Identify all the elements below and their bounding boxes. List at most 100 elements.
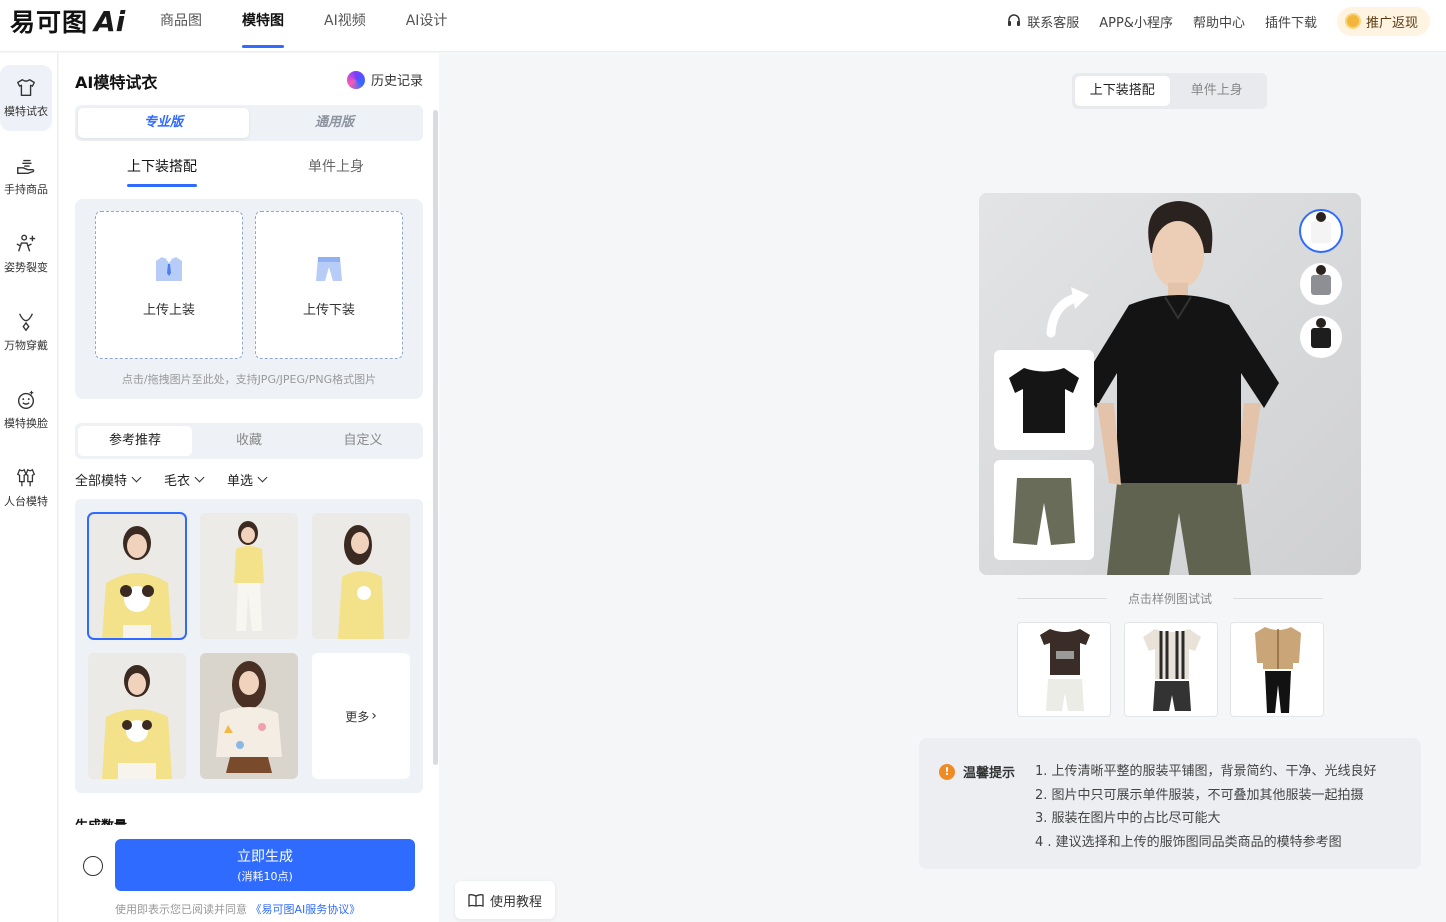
tips-title: 温馨提示 [963, 766, 1016, 781]
promo-label: 推广返现 [1365, 15, 1418, 31]
support-label: 联系客服 [1027, 15, 1080, 31]
chevron-right-icon: › [371, 708, 377, 724]
model-thumbnail[interactable] [200, 513, 298, 639]
chevron-down-icon [257, 472, 268, 483]
tip-item: 2. 图片中只可展示单件服装，不可叠加其他服装一起拍摄 [1035, 787, 1364, 803]
rail-item-handheld[interactable]: 手持商品 [0, 143, 52, 209]
sample-image [1143, 629, 1201, 711]
logo-ai: Ai [94, 4, 126, 38]
warning-icon: ! [939, 763, 955, 780]
rail-label: 模特试衣 [4, 105, 48, 118]
upload-area: 上传上装 上传下装 点击/拖拽图片至此处，支持JPG/JPEG/PNG格式图片 [75, 199, 423, 399]
upload-hint: 点击/拖拽图片至此处，支持JPG/JPEG/PNG格式图片 [121, 373, 377, 386]
chevron-down-icon [131, 472, 142, 483]
hand-icon [17, 159, 35, 175]
nav-ai-video[interactable]: AI视频 [324, 0, 366, 52]
rail-item-mannequin[interactable]: 人台模特 [0, 455, 52, 521]
more-models-button[interactable]: 更多 › [312, 653, 410, 779]
mannequin-icon [16, 468, 36, 487]
rail-label: 手持商品 [4, 183, 48, 196]
model-thumbnail[interactable] [87, 512, 187, 640]
filter-label: 毛衣 [164, 474, 191, 489]
app-link[interactable]: APP&小程序 [1099, 12, 1173, 31]
promo-button[interactable]: 推广返现 [1336, 6, 1430, 36]
tips-heading: ! 温馨提示 [939, 762, 1015, 781]
logo[interactable]: 易可图 Ai [10, 4, 126, 38]
model-grid: 更多 › [75, 499, 423, 793]
top-right-links: 联系客服 APP&小程序 帮助中心 插件下载 推广返现 [1006, 0, 1446, 42]
preview-mode-tabs: 上下装搭配 单件上身 [1072, 73, 1267, 109]
upload-top-dropzone[interactable]: 上传上装 [95, 211, 243, 359]
generation-count-label: 生成数量 [75, 815, 127, 825]
top-bar: 易可图 Ai 商品图 模特图 AI视频 AI设计 联系客服 APP&小程序 帮助… [0, 0, 1446, 52]
tutorial-button[interactable]: 使用教程 [455, 881, 555, 919]
model-photo [312, 513, 410, 639]
logo-text: 易可图 [10, 8, 89, 37]
tab-pro-version[interactable]: 专业版 [78, 108, 249, 138]
link-icon[interactable] [83, 856, 103, 876]
pose-icon [16, 234, 36, 252]
garment-mode-tabs: 上下装搭配 单件上身 [75, 155, 423, 189]
panel-scrollbar[interactable] [433, 110, 438, 765]
history-icon [346, 70, 365, 89]
model-photo [200, 513, 298, 639]
filter-sweater[interactable]: 毛衣 [164, 470, 205, 489]
upload-bottom-label: 上传下装 [302, 302, 355, 318]
rail-item-faceswap[interactable]: 模特换脸 [0, 377, 52, 443]
model-thumbnail[interactable] [312, 513, 410, 639]
support-link[interactable]: 联系客服 [1006, 12, 1079, 31]
tips-panel: ! 温馨提示 1. 上传清晰平整的服装平铺图，背景简约、干净、光线良好 2. 图… [919, 738, 1421, 869]
rail-item-model-tryon[interactable]: 模特试衣 [0, 65, 52, 131]
model-thumbnail[interactable] [88, 653, 186, 779]
filter-label: 全部模特 [75, 474, 128, 489]
tab-custom[interactable]: 自定义 [306, 426, 420, 456]
generate-label: 立即生成 [237, 849, 293, 865]
sample-outfit[interactable] [1230, 622, 1324, 717]
tutorial-label: 使用教程 [489, 894, 542, 910]
book-icon [468, 894, 484, 907]
model-photo [88, 513, 186, 639]
nav-model-image[interactable]: 模特图 [242, 0, 284, 52]
filter-all-models[interactable]: 全部模特 [75, 470, 142, 489]
rail-item-pose[interactable]: 姿势裂变 [0, 221, 52, 287]
nav-ai-design[interactable]: AI设计 [406, 0, 448, 52]
rail-label: 万物穿戴 [4, 339, 48, 352]
generate-cost: (消耗10点) [237, 870, 293, 883]
tip-item: 1. 上传清晰平整的服装平铺图，背景简约、干净、光线良好 [1035, 764, 1377, 779]
upload-bottom-dropzone[interactable]: 上传下装 [255, 211, 403, 359]
rail-label: 模特换脸 [4, 417, 48, 430]
plugin-link[interactable]: 插件下载 [1265, 12, 1317, 31]
tip-item: 3. 服装在图片中的占比尽可能大 [1035, 811, 1221, 826]
tab-top-bottom[interactable]: 上下装搭配 [75, 155, 249, 189]
tab-preview-single[interactable]: 单件上身 [1170, 76, 1265, 106]
tips-list: 1. 上传清晰平整的服装平铺图，背景简约、干净、光线良好 2. 图片中只可展示单… [1035, 760, 1377, 854]
tab-general-version[interactable]: 通用版 [249, 108, 420, 138]
agreement-text: 使用即表示您已阅读并同意 《易可图AI服务协议》 [115, 901, 360, 917]
tab-favorites[interactable]: 收藏 [192, 426, 306, 456]
upload-bottom-icon [316, 256, 342, 281]
coin-icon [1344, 13, 1361, 29]
sample-image [1040, 629, 1090, 711]
shirt-icon [17, 79, 35, 97]
filter-label: 单选 [227, 474, 254, 489]
nav-product-image[interactable]: 商品图 [160, 0, 202, 52]
agreement-link[interactable]: 《易可图AI服务协议》 [251, 903, 361, 916]
panel-title: AI模特试衣 [75, 73, 158, 92]
main-nav: 商品图 模特图 AI视频 AI设计 [160, 0, 447, 52]
model-photo [200, 653, 298, 779]
history-label: 历史记录 [370, 74, 423, 89]
generate-button[interactable]: 立即生成 (消耗10点) [115, 839, 415, 891]
sample-outfit[interactable] [1124, 622, 1218, 717]
tab-recommended[interactable]: 参考推荐 [78, 426, 192, 456]
rail-item-wearables[interactable]: 万物穿戴 [0, 299, 52, 365]
sample-outfit[interactable] [1017, 622, 1111, 717]
tab-preview-top-bottom[interactable]: 上下装搭配 [1075, 76, 1170, 106]
model-thumbnail[interactable] [200, 653, 298, 779]
tab-single-piece[interactable]: 单件上身 [249, 155, 423, 189]
necklace-icon [18, 313, 34, 332]
history-button[interactable]: 历史记录 [346, 70, 423, 89]
filter-single-select[interactable]: 单选 [227, 470, 268, 489]
help-link[interactable]: 帮助中心 [1193, 12, 1245, 31]
example-showcase [979, 193, 1361, 575]
showcase-image [979, 193, 1361, 575]
